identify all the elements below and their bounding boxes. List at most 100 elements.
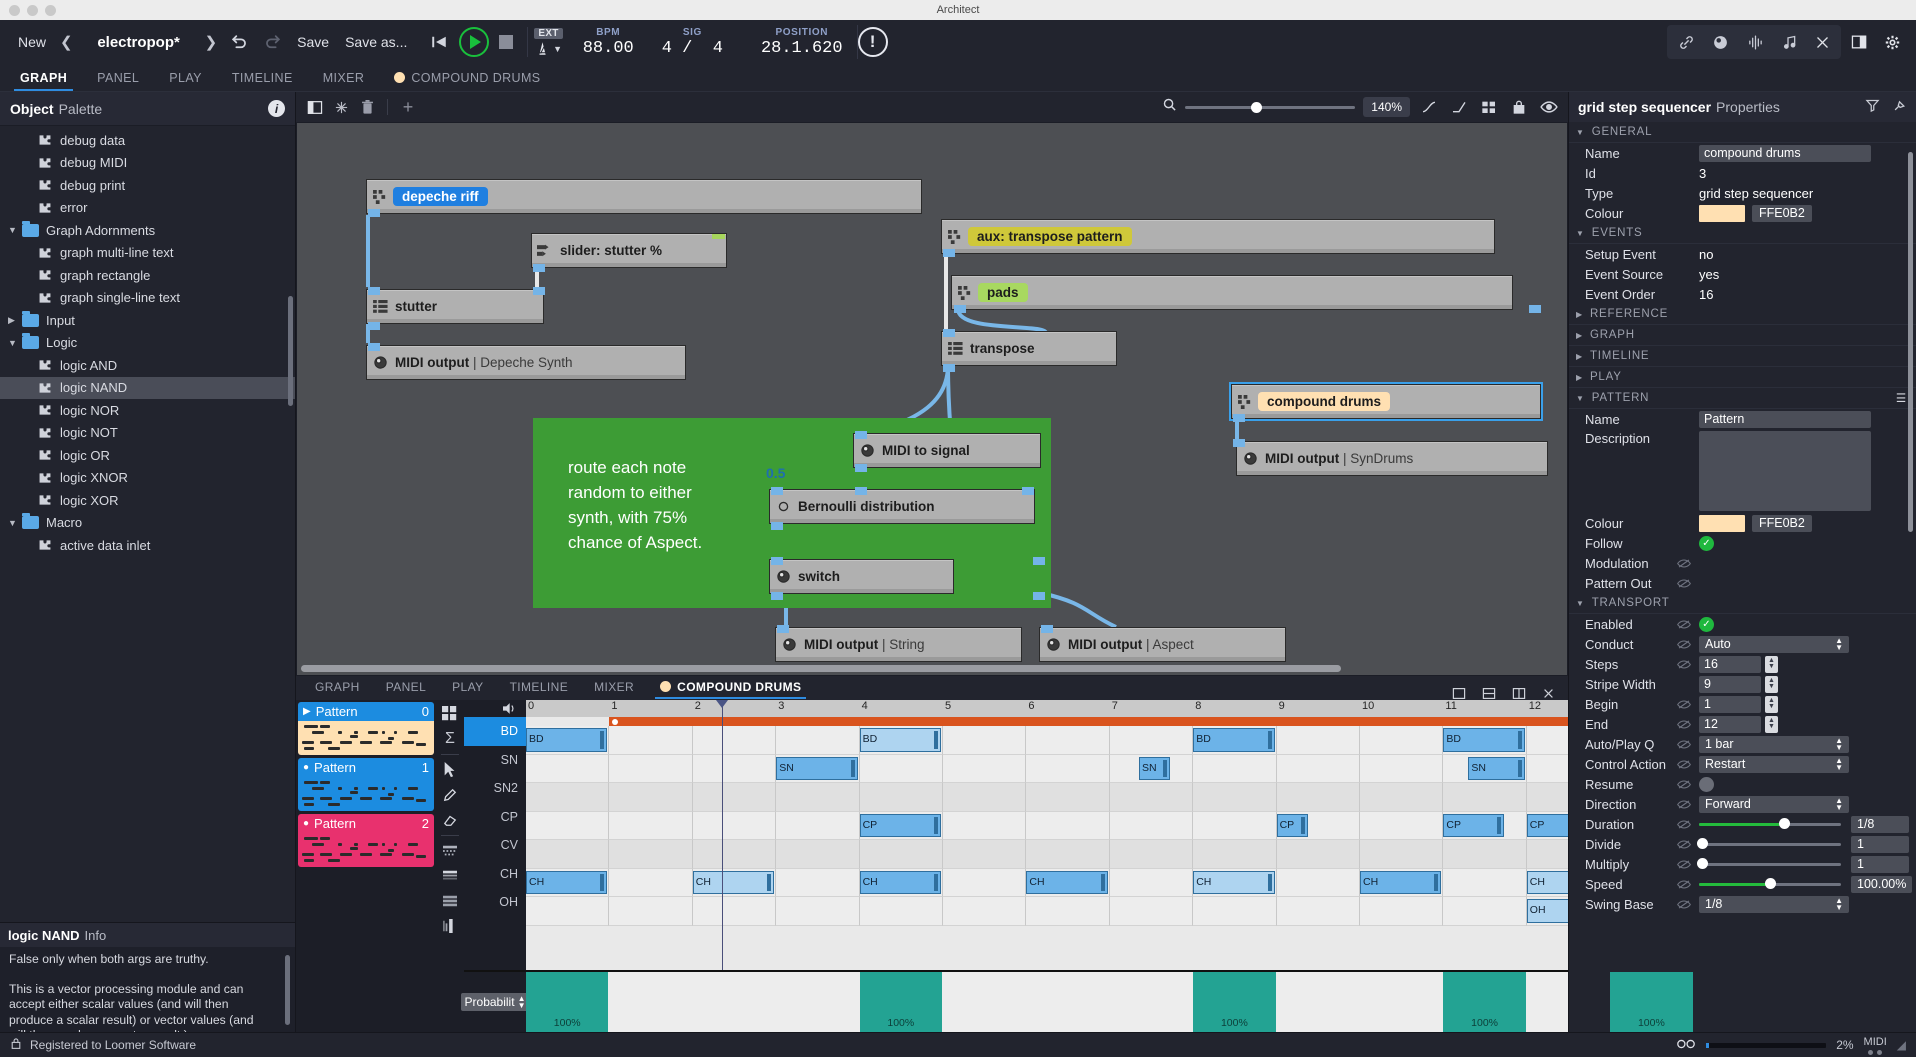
spinner-arrows-icon[interactable]: ▲ ▼ (1765, 675, 1778, 693)
graph-node-midi-output-syndrums[interactable]: MIDI output | SynDrums (1236, 441, 1548, 476)
sigma-icon[interactable]: Σ (440, 729, 460, 749)
step-note-ch[interactable]: CH (859, 870, 941, 894)
position-value[interactable]: 28.1.620 (761, 39, 843, 58)
row-label-sn2[interactable]: SN2 (464, 774, 526, 803)
grid-view-icon[interactable] (440, 704, 460, 724)
property-input[interactable]: Pattern (1699, 410, 1871, 428)
step-length-handle[interactable] (1163, 759, 1168, 777)
node-port[interactable] (1022, 487, 1034, 495)
grid-cell[interactable] (776, 868, 860, 897)
colour-hex-value[interactable]: FFE0B2 (1752, 514, 1812, 532)
palette-item-debug-data[interactable]: debug data (0, 129, 295, 152)
node-name-chip[interactable]: compound drums (1258, 392, 1390, 411)
palette-item-active-data-inlet[interactable]: active data inlet (0, 534, 295, 557)
property-spinner-input[interactable]: 16 (1699, 655, 1761, 673)
properties-section-pattern[interactable]: ▼ PATTERN ☰ (1569, 388, 1916, 409)
undo-icon[interactable] (223, 27, 256, 57)
grid-cell[interactable] (609, 811, 693, 840)
tab-graph[interactable]: GRAPH (302, 677, 373, 699)
node-port[interactable] (943, 329, 955, 337)
property-slider[interactable] (1699, 818, 1841, 829)
link-icon[interactable] (1671, 27, 1702, 57)
step-length-handle[interactable] (767, 873, 772, 891)
step-note-bd[interactable]: BD (859, 728, 941, 752)
graph-canvas[interactable]: route each note random to either synth, … (296, 122, 1568, 676)
graph-node-slider-stutter-[interactable]: slider: stutter % (531, 233, 727, 268)
sig-numerator[interactable]: 4 / (662, 39, 693, 58)
spinner-arrows-icon[interactable]: ▲ ▼ (1765, 695, 1778, 713)
step-note-cp[interactable]: CP (1526, 813, 1568, 837)
grid-cell[interactable] (943, 840, 1027, 869)
grid-cell[interactable] (1026, 811, 1110, 840)
property-select[interactable]: 1/8 ▲ ▼ (1699, 895, 1849, 913)
grid-cell[interactable] (1526, 840, 1568, 869)
graph-node-switch[interactable]: switch (769, 559, 954, 594)
gradient-icon[interactable] (440, 866, 460, 886)
bpm-field[interactable]: BPM 88.00 (569, 27, 648, 58)
properties-section-events[interactable]: ▼ EVENTS (1569, 223, 1916, 244)
grid-cell[interactable] (1109, 783, 1194, 812)
step-note-cp[interactable]: CP (859, 813, 941, 837)
properties-scrollbar[interactable] (1908, 152, 1913, 532)
velocity-icon[interactable] (440, 916, 460, 936)
grid-cell[interactable] (1360, 897, 1444, 926)
palette-item-macro[interactable]: ▼ Macro (0, 512, 295, 535)
property-slider[interactable] (1696, 858, 1841, 869)
step-note-ch[interactable]: CH (526, 870, 608, 894)
property-select[interactable]: Auto ▲ ▼ (1699, 635, 1849, 653)
grid-cell[interactable] (1276, 868, 1360, 897)
visibility-eye-icon[interactable] (1677, 659, 1699, 670)
sig-denominator[interactable]: 4 (713, 39, 723, 58)
project-name[interactable]: electropop* (79, 34, 199, 51)
properties-section-graph[interactable]: ▶ GRAPH (1569, 325, 1916, 346)
tab-panel[interactable]: PANEL (83, 67, 153, 91)
pointer-arrow-icon[interactable] (440, 760, 460, 780)
grid-cell[interactable] (692, 783, 777, 812)
colour-swatch[interactable] (1699, 514, 1745, 532)
visibility-eye-icon[interactable] (1677, 859, 1699, 870)
palette-item-logic-nor[interactable]: logic NOR (0, 399, 295, 422)
visibility-eye-icon[interactable] (1677, 639, 1699, 650)
grid-cell[interactable] (1360, 783, 1444, 812)
visibility-eye-icon[interactable] (1677, 739, 1699, 750)
zoom-slider[interactable] (1185, 101, 1356, 113)
trash-icon[interactable] (356, 97, 378, 117)
gear-icon[interactable] (1877, 27, 1908, 57)
close-x-icon[interactable] (1808, 27, 1837, 57)
visibility-eye-icon[interactable] (1677, 839, 1699, 850)
gear-small-icon[interactable]: ● (303, 818, 309, 829)
disclosure-triangle-icon[interactable]: ▼ (8, 225, 22, 235)
properties-section-play[interactable]: ▶ PLAY (1569, 367, 1916, 388)
eye-icon[interactable] (1538, 97, 1560, 117)
graph-node-compound-drums[interactable]: compound drums (1229, 382, 1543, 421)
grid-cell[interactable] (943, 811, 1027, 840)
node-port[interactable] (777, 625, 789, 633)
speaker-icon[interactable] (464, 700, 526, 717)
grid-cell[interactable] (692, 754, 777, 783)
loop-start-handle[interactable] (612, 719, 619, 725)
grid-cell[interactable] (1193, 783, 1277, 812)
circle-icon[interactable]: ● (303, 762, 309, 773)
palette-item-logic[interactable]: ▼ Logic (0, 332, 295, 355)
grid-cell[interactable] (1276, 897, 1360, 926)
property-slider-value[interactable]: 100.00% (1851, 875, 1913, 893)
property-slider-value[interactable]: 1 (1851, 855, 1909, 873)
grid-cell[interactable] (776, 840, 860, 869)
warning-exclamation-icon[interactable]: ! (857, 27, 888, 57)
grid-cell[interactable] (1360, 840, 1444, 869)
straight-link-icon[interactable] (1448, 97, 1470, 117)
step-note-bd[interactable]: BD (526, 728, 608, 752)
node-port[interactable] (1041, 625, 1053, 633)
grid-cell[interactable] (859, 897, 943, 926)
time-signature-field[interactable]: SIG 4 / 4 (648, 27, 737, 58)
curve-link-icon[interactable] (1418, 97, 1440, 117)
node-name-chip[interactable]: pads (978, 283, 1028, 302)
step-length-handle[interactable] (933, 873, 938, 891)
tab-timeline[interactable]: TIMELINE (218, 67, 307, 91)
playhead[interactable] (721, 700, 723, 970)
property-slider[interactable] (1696, 838, 1841, 849)
grid-cell[interactable] (1443, 783, 1527, 812)
tab-play[interactable]: PLAY (155, 67, 216, 91)
row-label-sn[interactable]: SN (464, 746, 526, 775)
node-port[interactable] (855, 487, 867, 495)
